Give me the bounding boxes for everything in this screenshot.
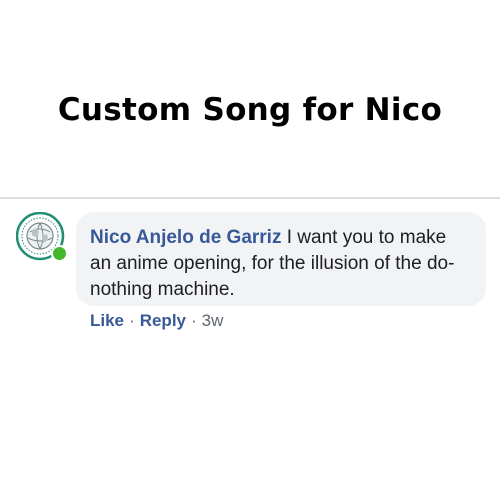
like-button[interactable]: Like [90, 311, 124, 330]
action-separator: · [129, 311, 135, 330]
comment-timestamp[interactable]: 3w [202, 311, 224, 330]
avatar[interactable] [16, 212, 68, 264]
reply-button[interactable]: Reply [140, 311, 186, 330]
divider [0, 197, 500, 199]
comment-actions: Like · Reply · 3w [90, 309, 223, 333]
online-status-indicator [51, 245, 68, 262]
comment-author-link[interactable]: Nico Anjelo de Garriz [90, 227, 281, 248]
page-title: Custom Song for Nico [57, 92, 443, 128]
comment-bubble: Nico Anjelo de Garriz I want you to make… [76, 212, 486, 306]
action-separator: · [191, 311, 197, 330]
